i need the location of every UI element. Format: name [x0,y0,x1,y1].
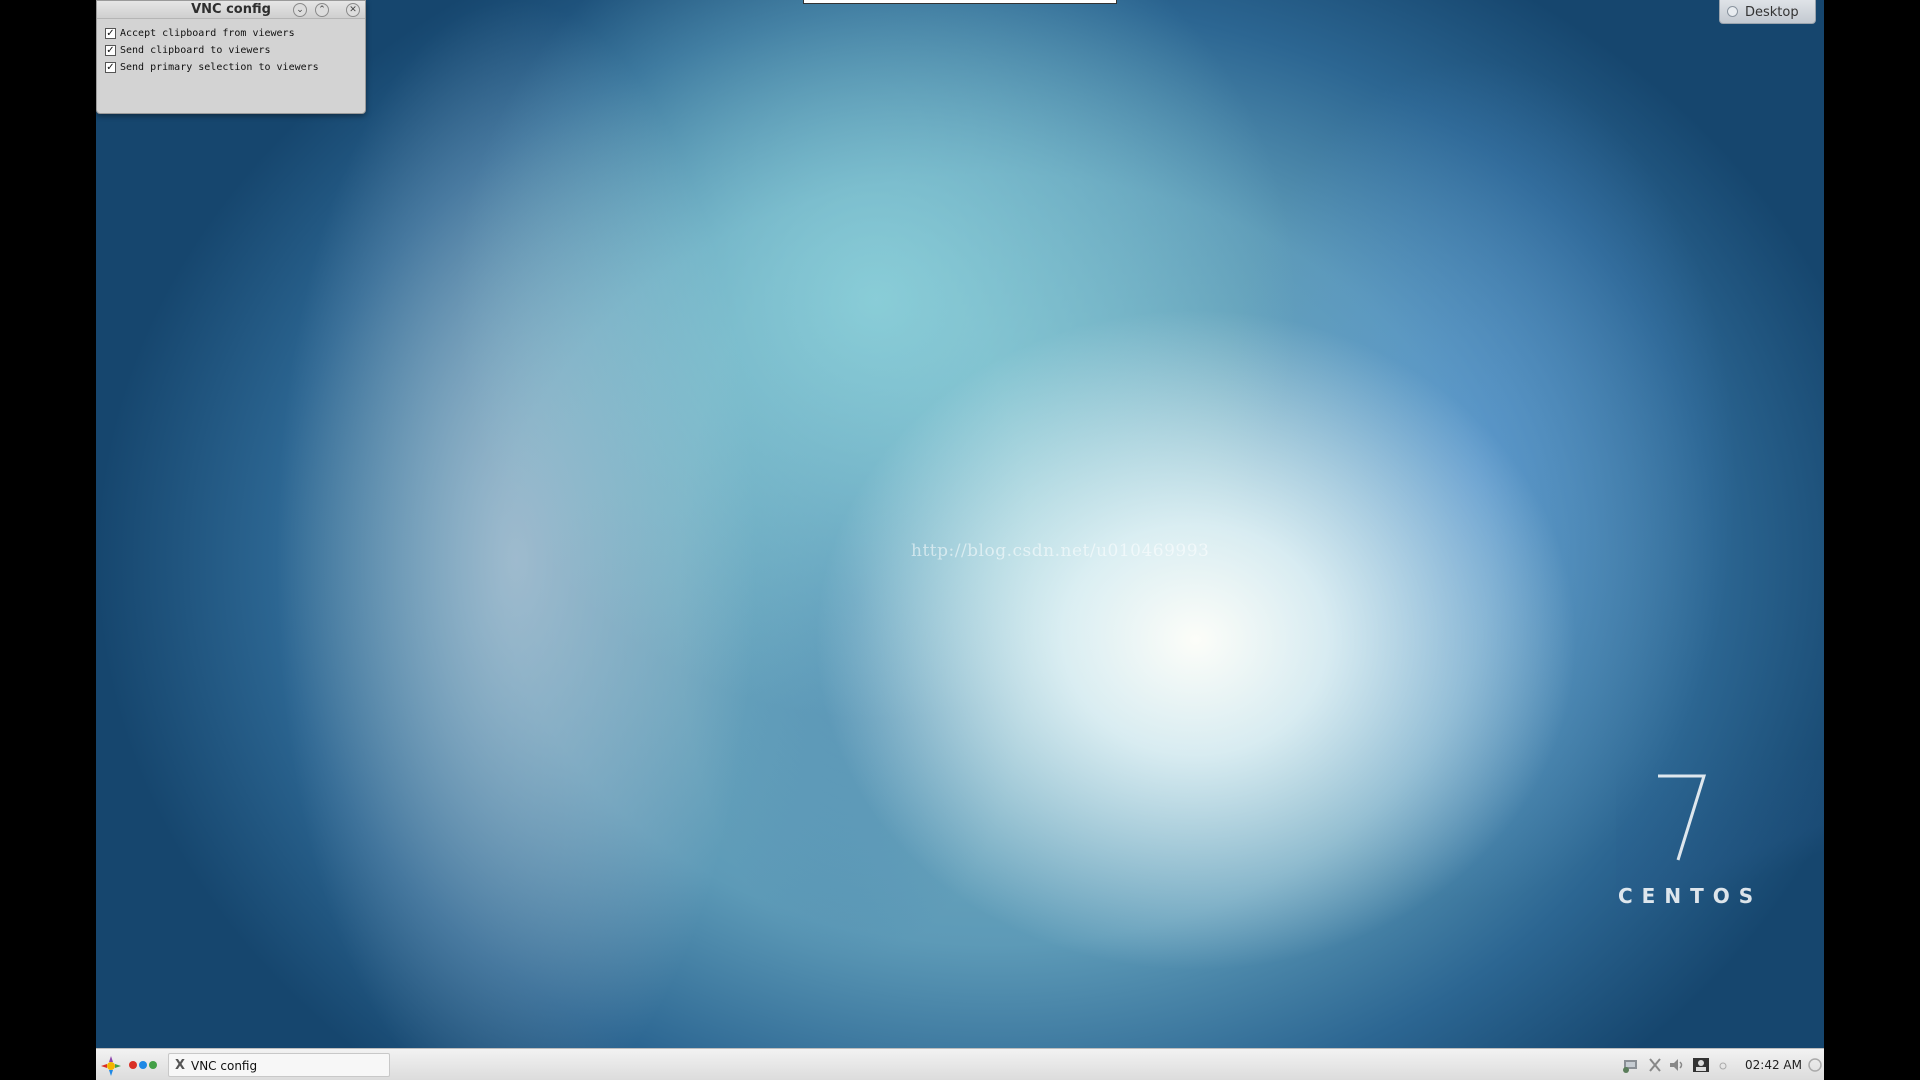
vnc-config-window[interactable]: VNC config ⌄ ⌃ ✕ ✓ Accept clipboard from… [96,0,366,114]
maximize-button[interactable]: ⌃ [315,3,329,17]
workspace-dot-blue[interactable] [139,1061,147,1069]
minimize-button[interactable]: ⌄ [293,3,307,17]
workspace-dot-green[interactable] [149,1061,157,1069]
workspace-switcher[interactable] [129,1061,157,1069]
taskbar: X VNC config 02:42 AM [96,1048,1824,1080]
applications-menu-icon[interactable] [100,1055,122,1077]
desktop-button[interactable]: Desktop [1719,0,1816,24]
power-icon[interactable] [1806,1057,1824,1073]
option-send-primary-selection[interactable]: ✓ Send primary selection to viewers [105,60,319,74]
option-label: Send primary selection to viewers [120,61,319,73]
option-label: Send clipboard to viewers [120,44,271,56]
watermark-text: http://blog.csdn.net/u010469993 [911,541,1210,561]
scissors-icon[interactable] [1646,1057,1664,1073]
option-label: Accept clipboard from viewers [120,27,295,39]
centos-wordmark: CENTOS [1618,884,1763,908]
checkbox[interactable]: ✓ [105,27,116,39]
desktop-icon [1727,6,1738,17]
status-icon[interactable] [1714,1057,1732,1073]
task-label: VNC config [191,1059,258,1073]
checkbox[interactable]: ✓ [105,44,116,56]
clock[interactable]: 02:42 AM [1745,1058,1802,1072]
option-send-clipboard[interactable]: ✓ Send clipboard to viewers [105,43,271,57]
wallpaper-rays [1616,760,1824,960]
x-app-icon: X [175,1058,186,1073]
window-titlebar[interactable]: VNC config ⌄ ⌃ ✕ [97,1,365,19]
user-icon[interactable] [1692,1057,1710,1073]
centos-seven-logo [1658,774,1706,861]
screen: http://blog.csdn.net/u010469993 CENTOS V… [0,0,1920,1080]
desktop-button-label: Desktop [1745,5,1799,20]
checkbox[interactable]: ✓ [105,61,116,73]
desktop-background: http://blog.csdn.net/u010469993 CENTOS [96,0,1824,1048]
top-panel-edge [803,0,1117,4]
task-vnc-config[interactable]: X VNC config [168,1053,390,1077]
option-accept-clipboard[interactable]: ✓ Accept clipboard from viewers [105,26,295,40]
network-icon[interactable] [1622,1057,1640,1073]
workspace-dot-red[interactable] [129,1061,137,1069]
volume-icon[interactable] [1668,1057,1686,1073]
close-button[interactable]: ✕ [346,3,360,17]
